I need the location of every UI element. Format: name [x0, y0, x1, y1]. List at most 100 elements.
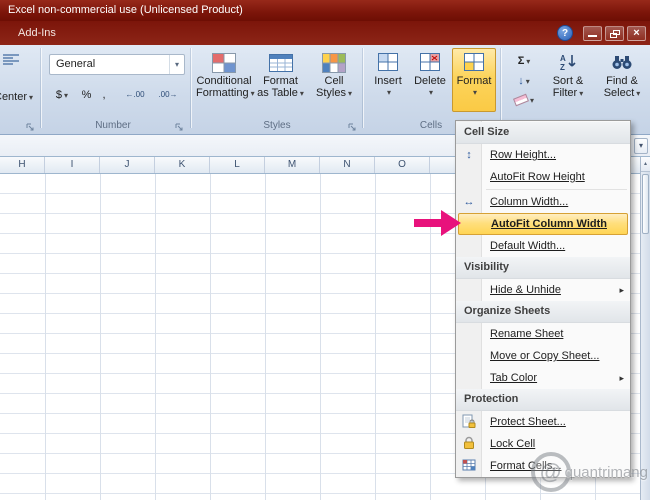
- column-header[interactable]: L: [210, 157, 265, 173]
- menu-item-rename-sheet[interactable]: Rename Sheet: [456, 323, 630, 345]
- column-header[interactable]: J: [100, 157, 155, 173]
- column-header[interactable]: H: [0, 157, 45, 173]
- column-header[interactable]: K: [155, 157, 210, 173]
- find-select-button[interactable]: Find & Select ▾: [596, 48, 648, 112]
- minimize-icon: [588, 35, 597, 37]
- close-icon: ×: [633, 27, 640, 39]
- menu-header-protection: Protection: [456, 389, 630, 411]
- number-format-select[interactable]: General ▾: [49, 54, 185, 75]
- dropdown-arrow-icon: ▾: [169, 55, 184, 74]
- window-title: Excel non-commercial use (Unlicensed Pro…: [8, 4, 243, 16]
- clear-button[interactable]: ▾: [506, 92, 542, 110]
- menu-item-label: AutoFit Column Width: [491, 218, 607, 230]
- menu-item-default-width[interactable]: Default Width...: [456, 235, 630, 257]
- svg-text:Z: Z: [560, 63, 565, 71]
- dropdown-arrow-icon: ▾: [347, 89, 352, 98]
- delete-cells-button[interactable]: Delete ▾: [410, 48, 450, 112]
- insert-icon: [369, 53, 407, 73]
- column-header[interactable]: O: [375, 157, 430, 173]
- column-header[interactable]: M: [265, 157, 320, 173]
- format-as-table-button[interactable]: Format as Table ▾: [254, 48, 307, 112]
- increase-decimal-icon: ←.00: [125, 90, 145, 99]
- accounting-format-button[interactable]: $ ▾: [49, 84, 75, 104]
- conditional-formatting-icon: [196, 53, 252, 73]
- menu-item-label: AutoFit Row Height: [490, 171, 585, 183]
- scroll-up-button[interactable]: ▴: [641, 157, 650, 172]
- increase-decimal-button[interactable]: ←.00: [120, 84, 150, 104]
- menu-item-hide-unhide[interactable]: Hide & Unhide ▸: [456, 279, 630, 301]
- watermark: @ quantrimang: [530, 452, 648, 492]
- button-label: Format: [456, 75, 492, 87]
- scroll-up-icon: ▴: [643, 161, 647, 167]
- help-icon: ?: [561, 28, 569, 39]
- fill-icon: ↓: [518, 75, 524, 87]
- watermark-text: quantrimang: [564, 463, 648, 481]
- format-cells-icon: [461, 458, 477, 474]
- button-label: Filter: [552, 87, 578, 99]
- cell-styles-button[interactable]: Cell Styles ▾: [309, 48, 359, 112]
- button-label: Format: [263, 75, 298, 87]
- dropdown-arrow-icon: ▾: [529, 96, 534, 105]
- menu-item-tab-color[interactable]: Tab Color ▸: [456, 367, 630, 389]
- dropdown-arrow-icon: ▾: [525, 77, 530, 86]
- excel-window: Excel non-commercial use (Unlicensed Pro…: [0, 0, 650, 500]
- number-group-label: Number: [95, 120, 131, 131]
- tab-add-ins[interactable]: Add-Ins: [18, 21, 56, 45]
- scrollbar-thumb[interactable]: [642, 174, 649, 234]
- menu-item-row-height[interactable]: ↕ Row Height...: [456, 144, 630, 166]
- dropdown-arrow-icon: ▾: [386, 88, 391, 97]
- dropdown-arrow-icon: ▾: [472, 88, 477, 97]
- group-divider: [190, 48, 191, 128]
- row-height-icon: ↕: [466, 149, 472, 161]
- fill-button[interactable]: ↓ ▾: [506, 72, 542, 90]
- menu-item-autofit-row-height[interactable]: AutoFit Row Height: [456, 166, 630, 188]
- format-cells-menu-button[interactable]: Format ▾: [452, 48, 496, 112]
- column-header[interactable]: N: [320, 157, 375, 173]
- insert-cells-button[interactable]: Insert ▾: [368, 48, 408, 112]
- button-label: Conditional: [196, 75, 252, 87]
- menu-item-label: Lock Cell: [490, 438, 536, 450]
- autosum-button[interactable]: Σ ▾: [506, 50, 542, 70]
- menu-header-organize-sheets: Organize Sheets: [456, 301, 630, 323]
- number-format-value: General: [56, 58, 96, 70]
- formula-bar-expand-button[interactable]: ▾: [634, 138, 648, 154]
- number-dialog-launcher[interactable]: [175, 119, 186, 131]
- styles-dialog-launcher[interactable]: [348, 119, 359, 131]
- alignment-dialog-launcher[interactable]: [26, 119, 37, 131]
- group-divider: [500, 48, 501, 128]
- minimize-button[interactable]: [583, 26, 602, 41]
- svg-text:A: A: [560, 54, 566, 63]
- close-button[interactable]: ×: [627, 26, 646, 41]
- sigma-icon: Σ: [517, 55, 525, 67]
- decrease-decimal-icon: .00→: [158, 90, 178, 99]
- currency-icon: $: [55, 89, 63, 101]
- menu-item-move-copy-sheet[interactable]: Move or Copy Sheet...: [456, 345, 630, 367]
- dropdown-arrow-icon: ▾: [299, 89, 304, 98]
- alignment-icon[interactable]: [2, 53, 20, 72]
- lock-icon: [461, 436, 477, 452]
- styles-group-label: Styles: [263, 120, 291, 131]
- merge-center-button[interactable]: Center▾: [0, 91, 33, 103]
- menu-item-label: Default Width...: [490, 240, 566, 252]
- menu-item-autofit-column-width[interactable]: AutoFit Column Width: [458, 213, 628, 235]
- eraser-icon: [512, 93, 529, 107]
- comma-style-button[interactable]: ,: [97, 84, 111, 104]
- restore-button[interactable]: [605, 26, 624, 41]
- menu-item-column-width[interactable]: ↔ Column Width...: [456, 191, 630, 213]
- column-header[interactable]: I: [45, 157, 100, 173]
- ribbon-tab-bar: Add-Ins: [0, 21, 650, 45]
- percent-style-button[interactable]: %: [78, 84, 95, 104]
- vertical-scrollbar[interactable]: ▴: [640, 157, 650, 500]
- binoculars-icon: [597, 53, 647, 73]
- decrease-decimal-button[interactable]: .00→: [153, 84, 183, 104]
- format-as-table-icon: [255, 53, 306, 73]
- menu-item-label: Move or Copy Sheet...: [490, 350, 600, 362]
- button-label: Select: [603, 87, 635, 99]
- sort-filter-button[interactable]: AZ Sort & Filter ▾: [542, 48, 594, 112]
- title-bar: Excel non-commercial use (Unlicensed Pro…: [0, 0, 650, 21]
- conditional-formatting-button[interactable]: Conditional Formatting ▾: [195, 48, 255, 112]
- comma-icon: ,: [102, 89, 106, 101]
- help-button[interactable]: ?: [557, 25, 573, 41]
- callout-arrow: [414, 209, 462, 242]
- menu-item-protect-sheet[interactable]: Protect Sheet...: [456, 411, 630, 433]
